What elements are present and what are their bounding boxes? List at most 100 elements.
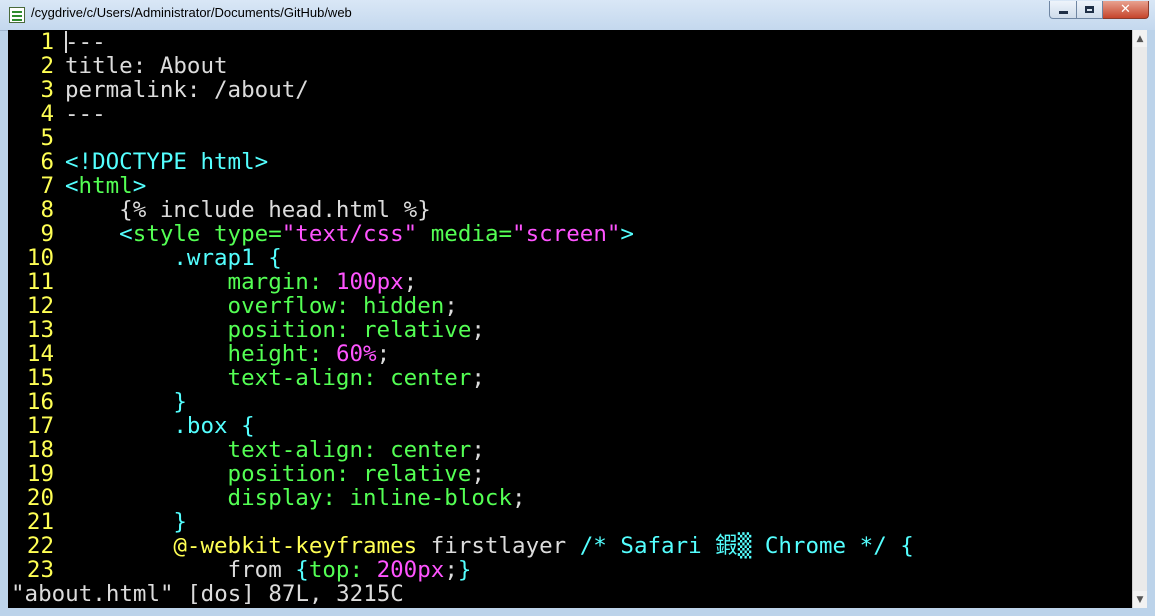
line-number: 15 bbox=[26, 365, 54, 391]
line-number: 2 bbox=[40, 53, 54, 79]
line-number: 20 bbox=[26, 485, 54, 511]
window-frame-right bbox=[1147, 30, 1155, 616]
code-token: media= bbox=[417, 221, 513, 247]
code-token: < bbox=[65, 173, 79, 199]
line-number: 10 bbox=[26, 245, 54, 271]
code-token: permalink: /about/ bbox=[65, 77, 309, 103]
code-token: ; bbox=[512, 485, 526, 511]
code-line[interactable]: 21 } bbox=[8, 510, 1132, 534]
window-title: /cygdrive/c/Users/Administrator/Document… bbox=[31, 5, 352, 20]
code-line[interactable]: 18 text-align: center; bbox=[8, 438, 1132, 462]
code-token: html bbox=[78, 173, 133, 199]
title-bar[interactable]: /cygdrive/c/Users/Administrator/Document… bbox=[0, 0, 1155, 31]
code-line[interactable]: 15 text-align: center; bbox=[8, 366, 1132, 390]
code-line[interactable]: 4 --- bbox=[8, 102, 1132, 126]
maximize-button[interactable] bbox=[1077, 1, 1103, 19]
code-text: text-align: center; bbox=[65, 438, 485, 462]
line-number: 4 bbox=[40, 101, 54, 127]
code-line[interactable]: 14 height: 60%; bbox=[8, 342, 1132, 366]
code-token: --- bbox=[65, 101, 106, 127]
code-line[interactable]: 2 title: About bbox=[8, 54, 1132, 78]
code-line[interactable]: 9 <style type="text/css" media="screen"> bbox=[8, 222, 1132, 246]
minimize-icon bbox=[1058, 11, 1068, 14]
line-number: 12 bbox=[26, 293, 54, 319]
code-line[interactable]: 3 permalink: /about/ bbox=[8, 78, 1132, 102]
code-token: <!DOCTYPE html> bbox=[65, 149, 269, 175]
code-text: --- bbox=[65, 30, 106, 54]
code-token: ; bbox=[444, 293, 458, 319]
code-token: } bbox=[457, 557, 472, 583]
code-text: display: inline-block; bbox=[65, 486, 526, 510]
code-text: @-webkit-keyframes firstlayer /* Safari … bbox=[65, 533, 913, 559]
code-line[interactable]: 22 @-webkit-keyframes firstlayer /* Safa… bbox=[8, 534, 1132, 558]
line-number: 14 bbox=[26, 341, 54, 367]
code-line[interactable]: 19 position: relative; bbox=[8, 462, 1132, 486]
code-line[interactable]: 8 {% include head.html %} bbox=[8, 198, 1132, 222]
window-controls: ✕ bbox=[1049, 1, 1149, 19]
code-token: > bbox=[132, 173, 147, 199]
minimize-button[interactable] bbox=[1049, 1, 1077, 19]
code-text: {% include head.html %} bbox=[65, 198, 431, 222]
scroll-down-arrow-icon[interactable]: ▼ bbox=[1133, 591, 1147, 608]
code-token: > bbox=[620, 221, 634, 247]
vertical-scrollbar[interactable]: ▲ ▼ bbox=[1132, 30, 1147, 608]
code-text: margin: 100px; bbox=[65, 269, 418, 295]
code-line[interactable]: 13 position: relative; bbox=[8, 318, 1132, 342]
code-text: --- bbox=[65, 102, 106, 126]
code-token: ; bbox=[403, 269, 418, 295]
code-token: 100px bbox=[335, 269, 404, 295]
code-token: ; bbox=[376, 341, 391, 367]
line-number: 17 bbox=[26, 413, 54, 439]
code-token: ; bbox=[471, 437, 485, 463]
code-token: overflow: hidden bbox=[65, 293, 445, 319]
code-token: .box { bbox=[65, 413, 255, 439]
code-token: style bbox=[132, 221, 201, 247]
code-token: position: relative bbox=[65, 461, 472, 487]
code-text: <html> bbox=[65, 174, 146, 198]
code-token: --- bbox=[65, 30, 106, 55]
code-line[interactable]: 23 from {top: 200px;} bbox=[8, 558, 1132, 582]
code-token: ; bbox=[471, 461, 485, 487]
line-number: 18 bbox=[26, 437, 54, 463]
code-line[interactable]: 16 } bbox=[8, 390, 1132, 414]
code-token: } bbox=[65, 389, 187, 415]
code-text: height: 60%; bbox=[65, 341, 391, 367]
code-line[interactable]: 7 <html> bbox=[8, 174, 1132, 198]
code-text: from {top: 200px;} bbox=[65, 557, 472, 583]
code-line[interactable]: 12 overflow: hidden; bbox=[8, 294, 1132, 318]
code-line[interactable]: 1 --- bbox=[8, 30, 1132, 54]
code-token: firstlayer bbox=[417, 533, 580, 559]
code-line[interactable]: 10 .wrap1 { bbox=[8, 246, 1132, 270]
code-token: text-align: center bbox=[65, 365, 472, 391]
code-token: "text/css" bbox=[281, 221, 418, 247]
line-number: 5 bbox=[40, 125, 54, 151]
code-text: } bbox=[65, 510, 187, 534]
line-number: 9 bbox=[40, 221, 54, 247]
terminal-editor[interactable]: "about.html" [dos] 87L, 3215C 1 --- 2 title… bbox=[8, 30, 1132, 608]
line-number: 1 bbox=[40, 30, 54, 55]
code-line[interactable]: 5 bbox=[8, 126, 1132, 150]
code-line[interactable]: 11 margin: 100px; bbox=[8, 270, 1132, 294]
code-line[interactable]: 6 <!DOCTYPE html> bbox=[8, 150, 1132, 174]
code-text: <!DOCTYPE html> bbox=[65, 150, 268, 174]
code-token: height: bbox=[65, 341, 336, 367]
scroll-up-arrow-icon[interactable]: ▲ bbox=[1133, 30, 1147, 47]
code-text: position: relative; bbox=[65, 318, 485, 342]
code-text: .wrap1 { bbox=[65, 246, 281, 270]
code-token: position: relative bbox=[65, 317, 472, 343]
code-line[interactable]: 17 .box { bbox=[8, 414, 1132, 438]
line-number: 8 bbox=[40, 197, 54, 223]
code-token: ; bbox=[471, 317, 485, 343]
line-number: 22 bbox=[26, 533, 54, 559]
close-button[interactable]: ✕ bbox=[1103, 1, 1149, 19]
code-line[interactable]: 20 display: inline-block; bbox=[8, 486, 1132, 510]
maximize-icon bbox=[1085, 6, 1094, 13]
code-text: } bbox=[65, 390, 187, 414]
code-text: title: About bbox=[65, 54, 228, 78]
code-text: .box { bbox=[65, 413, 255, 439]
code-token: { bbox=[295, 557, 309, 583]
code-token: "screen" bbox=[512, 221, 621, 247]
code-token: title: About bbox=[65, 53, 228, 79]
line-number: 23 bbox=[26, 557, 54, 583]
line-number: 21 bbox=[26, 509, 54, 535]
